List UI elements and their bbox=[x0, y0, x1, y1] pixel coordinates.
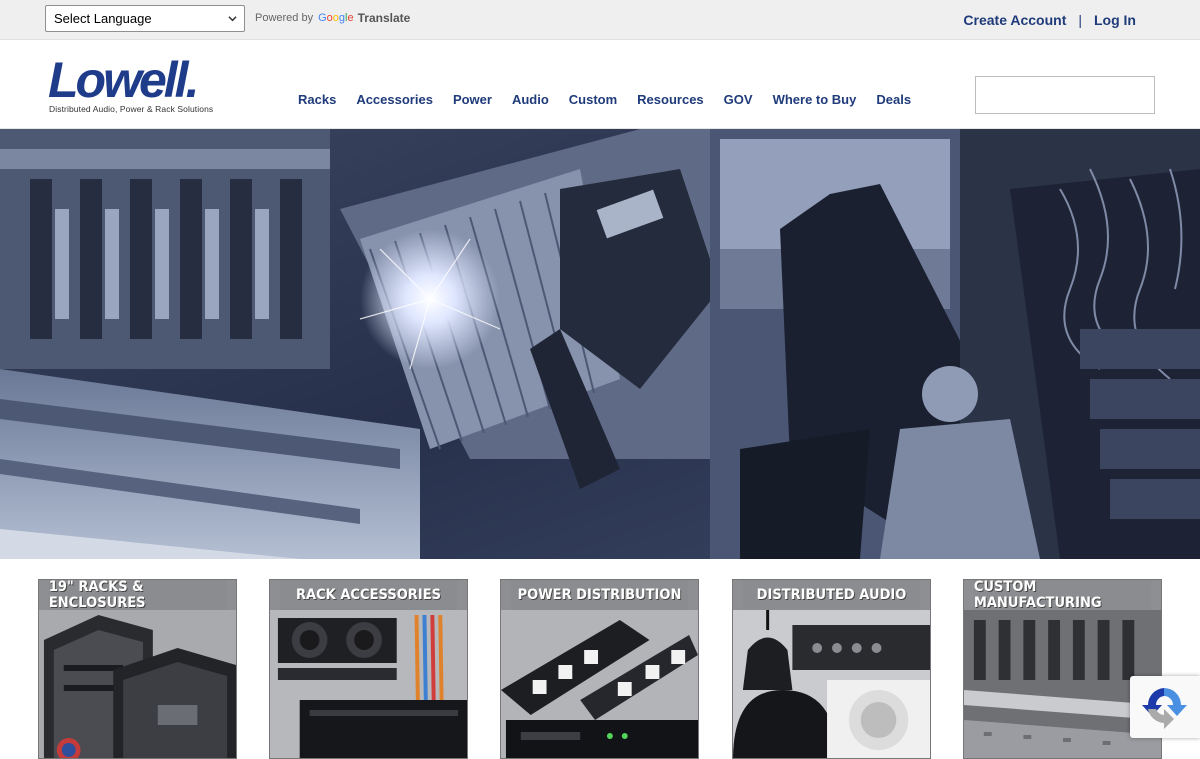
nav-custom[interactable]: Custom bbox=[569, 92, 617, 107]
chevron-down-icon bbox=[228, 16, 237, 22]
category-tile-accessories[interactable]: RACK ACCESSORIES bbox=[269, 579, 468, 759]
category-label: CUSTOM MANUFACTURING bbox=[973, 580, 1152, 611]
nav-audio[interactable]: Audio bbox=[512, 92, 549, 107]
recaptcha-icon bbox=[1142, 688, 1187, 729]
power-distribution-image bbox=[501, 610, 698, 758]
main-nav: Racks Accessories Power Audio Custom Res… bbox=[298, 92, 911, 107]
lowell-logo[interactable]: Lowell. Distributed Audio, Power & Rack … bbox=[48, 55, 238, 117]
nav-resources[interactable]: Resources bbox=[637, 92, 703, 107]
category-tiles: 19" RACKS & ENCLOSURES RACK ACCESSORIES bbox=[0, 559, 1200, 759]
logo-tagline: Distributed Audio, Power & Rack Solution… bbox=[49, 104, 214, 114]
category-label: RACK ACCESSORIES bbox=[279, 580, 458, 610]
login-link[interactable]: Log In bbox=[1094, 12, 1136, 28]
google-translate-attribution: Powered by Google Translate bbox=[255, 11, 410, 25]
category-label: 19" RACKS & ENCLOSURES bbox=[48, 580, 227, 611]
rack-enclosure-image bbox=[39, 610, 236, 758]
nav-gov[interactable]: GOV bbox=[724, 92, 753, 107]
recaptcha-badge[interactable] bbox=[1130, 676, 1200, 738]
category-label: DISTRIBUTED AUDIO bbox=[742, 580, 921, 610]
language-select[interactable]: Select Language bbox=[45, 5, 245, 32]
hero-banner bbox=[0, 129, 1200, 559]
site-header: Lowell. Distributed Audio, Power & Rack … bbox=[0, 40, 1200, 129]
category-label: POWER DISTRIBUTION bbox=[510, 580, 689, 610]
search-input[interactable] bbox=[975, 76, 1155, 114]
category-tile-audio[interactable]: DISTRIBUTED AUDIO bbox=[732, 579, 931, 759]
language-select-value: Select Language bbox=[54, 11, 152, 26]
nav-deals[interactable]: Deals bbox=[876, 92, 911, 107]
hero-image bbox=[0, 129, 1200, 559]
category-tile-power[interactable]: POWER DISTRIBUTION bbox=[500, 579, 699, 759]
nav-power[interactable]: Power bbox=[453, 92, 492, 107]
google-logo[interactable]: Google bbox=[318, 12, 354, 24]
nav-accessories[interactable]: Accessories bbox=[356, 92, 433, 107]
distributed-audio-image bbox=[733, 610, 930, 758]
powered-by-text: Powered by bbox=[255, 12, 314, 24]
nav-where-to-buy[interactable]: Where to Buy bbox=[773, 92, 857, 107]
category-tile-racks[interactable]: 19" RACKS & ENCLOSURES bbox=[38, 579, 237, 759]
translate-text: Translate bbox=[357, 11, 411, 25]
account-separator: | bbox=[1078, 12, 1082, 28]
logo-wordmark: Lowell. bbox=[48, 52, 199, 108]
rack-accessories-image bbox=[270, 610, 467, 758]
create-account-link[interactable]: Create Account bbox=[963, 12, 1066, 28]
nav-racks[interactable]: Racks bbox=[298, 92, 336, 107]
utility-bar: Select Language Powered by Google Transl… bbox=[0, 0, 1200, 40]
account-links: Create Account | Log In bbox=[963, 12, 1136, 28]
